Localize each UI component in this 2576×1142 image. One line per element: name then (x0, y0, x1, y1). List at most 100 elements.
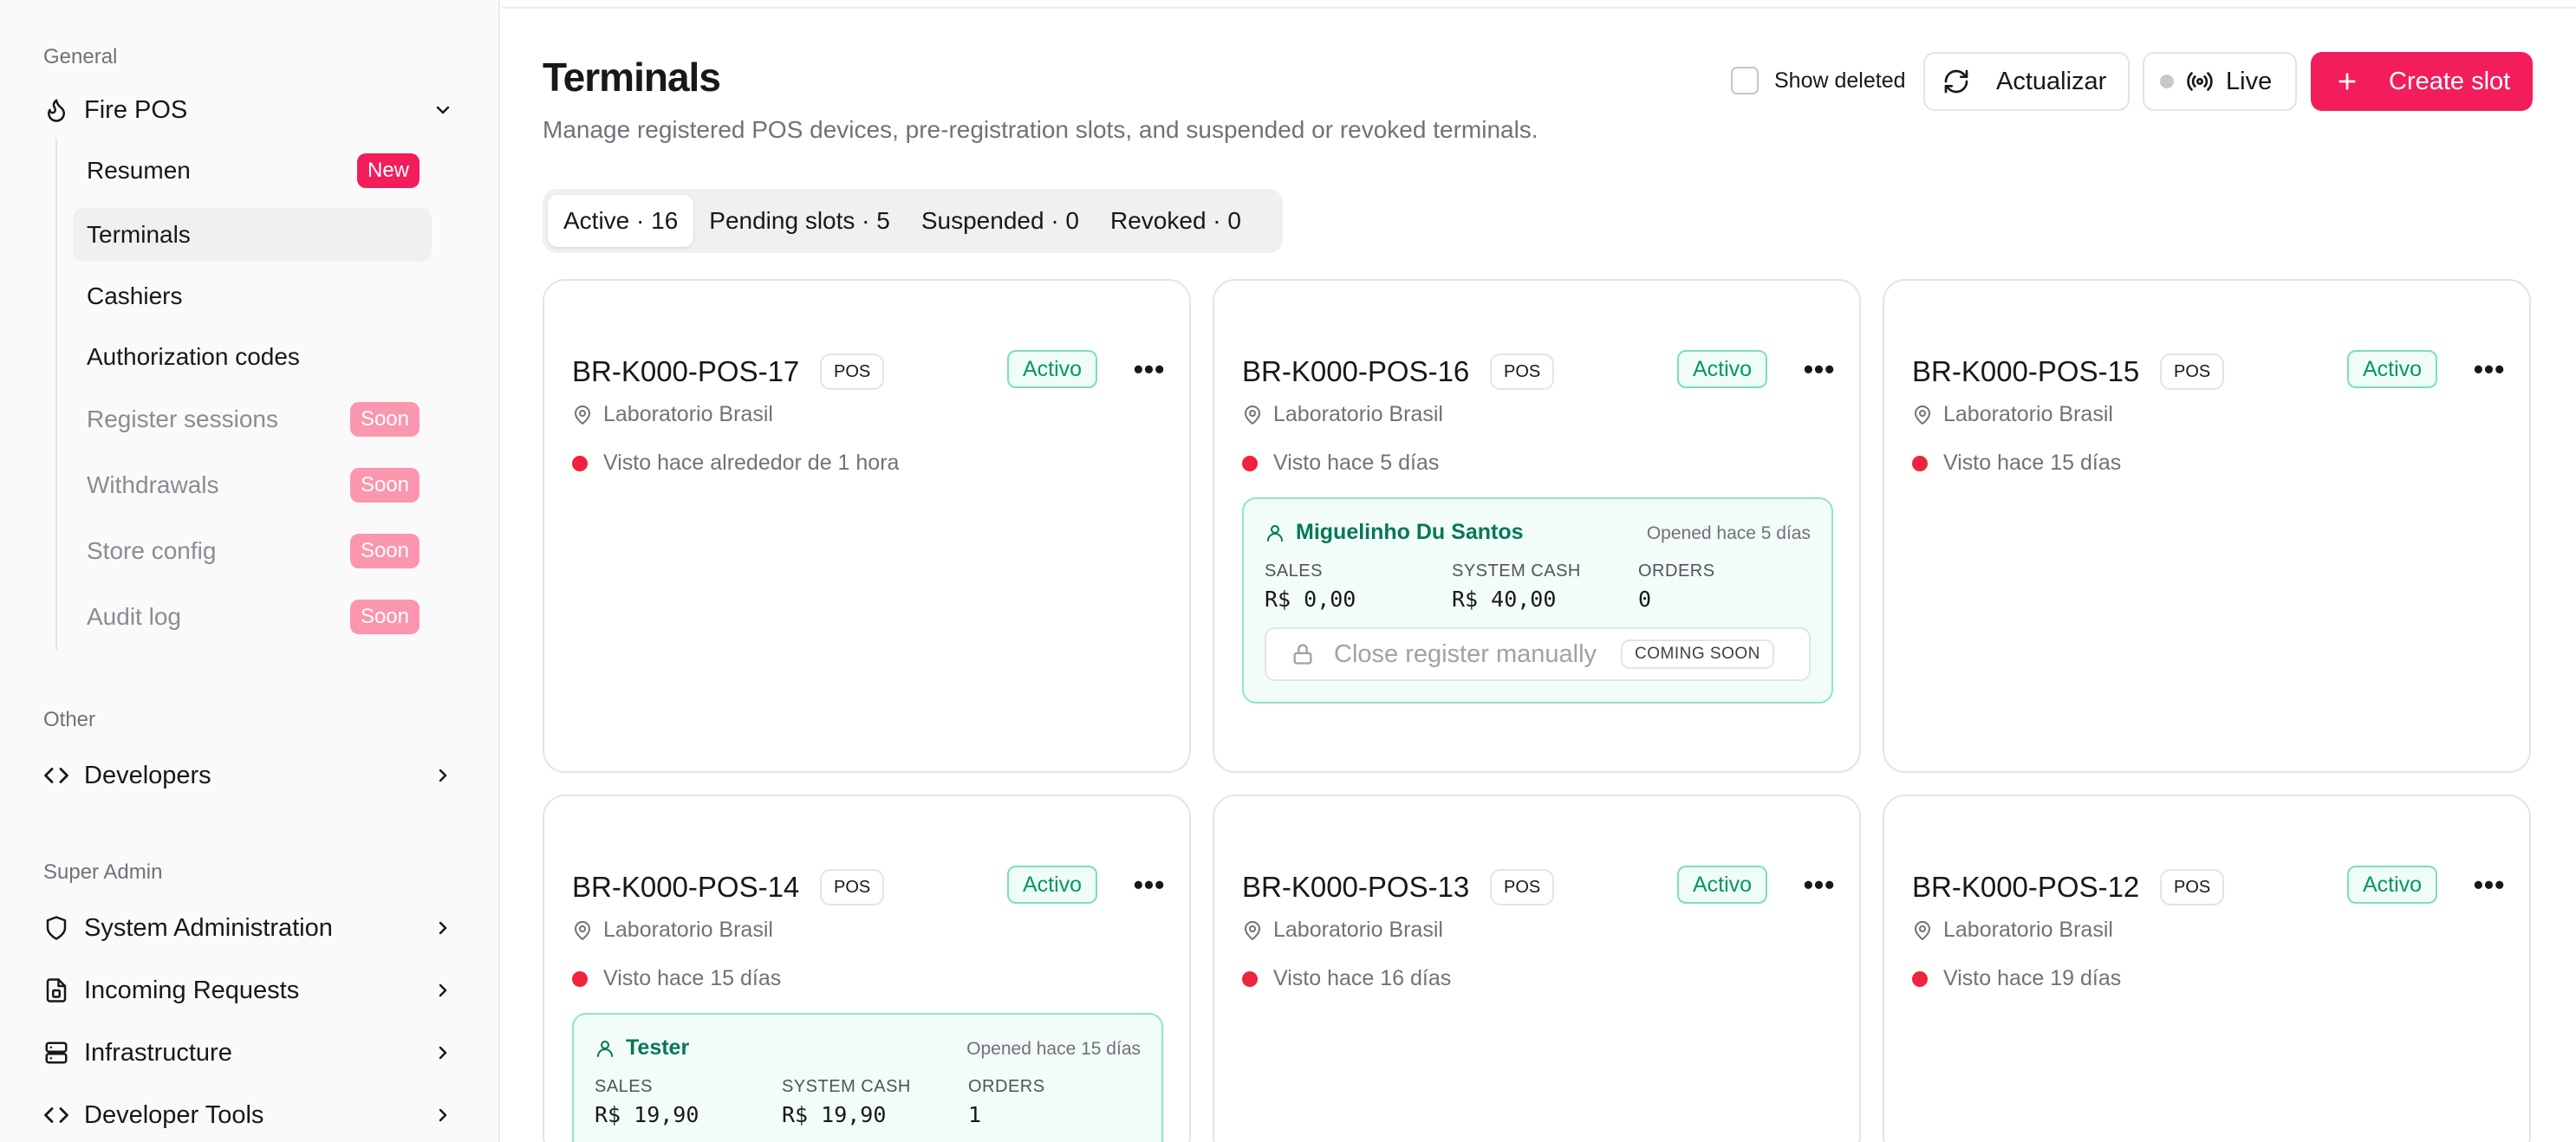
map-pin-icon (1912, 405, 1933, 425)
soon-badge: Soon (349, 534, 420, 568)
last-seen-label: Visto hace alrededor de 1 hora (603, 451, 900, 475)
chevron-right-icon (430, 977, 456, 1003)
sidebar-item-cashiers[interactable]: Cashiers (73, 269, 432, 323)
refresh-button[interactable]: Actualizar (1923, 52, 2130, 111)
chevron-right-icon (430, 1102, 456, 1128)
metric-orders: ORDERS 1 (968, 1077, 1045, 1127)
nav-infrastructure[interactable]: Infrastructure (42, 1027, 466, 1079)
metric-system-cash: SYSTEM CASH R$ 40,00 (1452, 561, 1581, 612)
user-icon (595, 1038, 615, 1059)
offline-status-dot (1242, 970, 1258, 987)
terminal-card[interactable]: BR-K000-POS-14 POS Activo ••• Laboratori… (543, 795, 1191, 1142)
close-register-button[interactable]: Close register manually COMING SOON (1265, 627, 1811, 681)
device-type-badge: POS (1490, 354, 1555, 390)
offline-status-dot (1912, 970, 1928, 987)
last-seen-label: Visto hace 15 días (1943, 451, 2122, 475)
sidebar-item-terminals[interactable]: Terminals (73, 208, 432, 262)
more-options-button[interactable]: ••• (2472, 352, 2507, 386)
last-seen-label: Visto hace 16 días (1273, 966, 1452, 990)
tab-revoked[interactable]: Revoked · 0 (1095, 195, 1257, 247)
user-icon (1265, 522, 1285, 543)
terminal-name: BR-K000-POS-15 (1912, 355, 2140, 387)
coming-soon-badge: COMING SOON (1621, 639, 1774, 669)
sidebar-item-register-sessions[interactable]: Register sessions Soon (73, 393, 432, 446)
sidebar-item-audit-log[interactable]: Audit log Soon (73, 590, 432, 644)
refresh-icon (1942, 68, 1970, 95)
device-type-badge: POS (1490, 869, 1555, 905)
terminal-name: BR-K000-POS-14 (572, 871, 800, 903)
nav-system-administration[interactable]: System Administration (42, 902, 466, 954)
refresh-label: Actualizar (1996, 67, 2107, 95)
last-seen: Visto hace 15 días (1912, 451, 2121, 476)
sidebar-item-label: Withdrawals (87, 471, 219, 498)
last-seen: Visto hace 19 días (1912, 966, 2121, 991)
nav-fire-pos[interactable]: Fire POS (42, 84, 466, 136)
more-options-button[interactable]: ••• (1132, 867, 1167, 902)
terminal-card[interactable]: BR-K000-POS-15 POS Activo ••• Laboratori… (1883, 279, 2531, 773)
map-pin-icon (1912, 920, 1933, 941)
more-options-button[interactable]: ••• (1132, 352, 1167, 386)
close-register-label: Close register manually (1334, 639, 1597, 668)
terminal-name: BR-K000-POS-12 (1912, 871, 2140, 903)
nav-developers-label: Developers (84, 761, 211, 789)
sidebar-item-resumen[interactable]: Resumen New (73, 144, 432, 198)
offline-status-dot (572, 455, 588, 471)
sidebar-item-authorization-codes[interactable]: Authorization codes (73, 330, 432, 384)
show-deleted-toggle[interactable]: Show deleted (1731, 67, 1906, 94)
nav-developer-tools[interactable]: Developer Tools (42, 1089, 466, 1141)
map-pin-icon (572, 405, 593, 425)
flame-icon (42, 95, 71, 125)
offline-status-dot (572, 970, 588, 987)
tab-suspended[interactable]: Suspended · 0 (906, 195, 1095, 247)
create-slot-button[interactable]: Create slot (2311, 52, 2533, 111)
offline-status-dot (1242, 455, 1258, 471)
map-pin-icon (1242, 920, 1263, 941)
location-label: Laboratorio Brasil (1273, 918, 1443, 942)
terminal-card[interactable]: BR-K000-POS-16 POS Activo ••• Laboratori… (1213, 279, 1861, 773)
status-badge: Activo (1007, 350, 1098, 388)
top-divider (502, 7, 2576, 9)
terminal-name: BR-K000-POS-13 (1242, 871, 1470, 903)
last-seen: Visto hace 15 días (572, 966, 781, 991)
shield-icon (42, 913, 71, 943)
map-pin-icon (572, 920, 593, 941)
status-badge: Activo (1007, 866, 1098, 904)
session-opened: Opened hace 5 días (1646, 523, 1811, 543)
sidebar-item-withdrawals[interactable]: Withdrawals Soon (73, 458, 432, 512)
tab-active[interactable]: Active · 16 (548, 195, 694, 247)
terminal-card[interactable]: BR-K000-POS-12 POS Activo ••• Laboratori… (1883, 795, 2531, 1142)
session-cashier: Tester (595, 1035, 689, 1061)
more-options-button[interactable]: ••• (1802, 867, 1837, 902)
last-seen: Visto hace 5 días (1242, 451, 1439, 476)
status-badge: Activo (2347, 350, 2438, 388)
tab-pending-slots[interactable]: Pending slots · 5 (693, 195, 906, 247)
metric-sales: SALES R$ 19,90 (595, 1077, 699, 1127)
metric-sales: SALES R$ 0,00 (1265, 561, 1356, 612)
chevron-right-icon (430, 915, 456, 941)
section-label-super-admin: Super Admin (43, 860, 163, 884)
terminal-card[interactable]: BR-K000-POS-13 POS Activo ••• Laboratori… (1213, 795, 1861, 1142)
device-type-badge: POS (2160, 354, 2225, 390)
sidebar-item-store-config[interactable]: Store config Soon (73, 524, 432, 578)
map-pin-icon (1242, 405, 1263, 425)
status-badge: Activo (2347, 866, 2438, 904)
sidebar-item-label: Terminals (87, 221, 191, 248)
show-deleted-checkbox[interactable] (1731, 67, 1759, 94)
terminal-card[interactable]: BR-K000-POS-17 POS Activo ••• Laboratori… (543, 279, 1191, 773)
chevron-down-icon (430, 97, 456, 123)
location-label: Laboratorio Brasil (603, 402, 773, 426)
nav-infrastructure-label: Infrastructure (84, 1038, 232, 1067)
terminal-location: Laboratorio Brasil (1242, 402, 1443, 427)
nav-incoming-requests[interactable]: Incoming Requests (42, 964, 466, 1016)
nav-developers[interactable]: Developers (42, 749, 466, 801)
section-label-other: Other (43, 708, 96, 731)
live-button[interactable]: Live (2143, 52, 2297, 111)
metric-label: ORDERS (1638, 561, 1715, 581)
more-options-button[interactable]: ••• (2472, 867, 2507, 902)
live-label: Live (2226, 67, 2273, 95)
plus-icon (2335, 69, 2359, 94)
more-options-button[interactable]: ••• (1802, 352, 1837, 386)
metric-label: SYSTEM CASH (1452, 561, 1581, 581)
device-type-badge: POS (820, 354, 885, 390)
sidebar-item-label: Cashiers (87, 282, 183, 309)
